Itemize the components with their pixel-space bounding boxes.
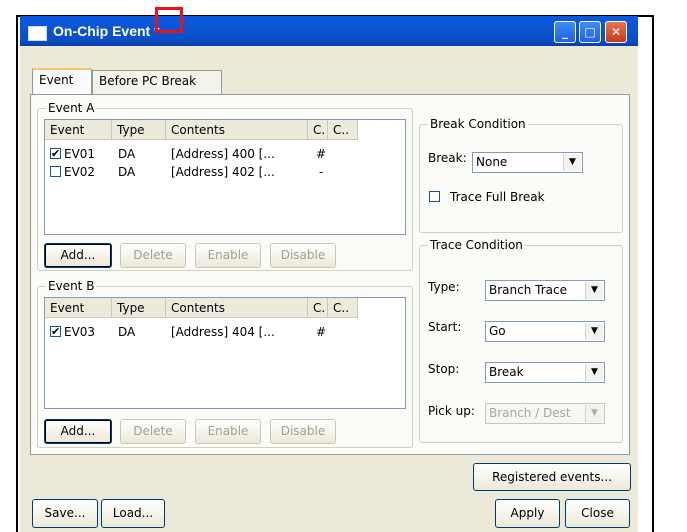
window-icon <box>28 26 47 41</box>
window-title: On-Chip Event * <box>53 23 160 39</box>
event-b-list[interactable]: Event Type Contents C. C.. ✔ EV03 DA [Ad… <box>44 297 406 409</box>
event-a-disable-button[interactable]: Disable <box>270 243 336 268</box>
row-contents: [Address] 404 [... <box>171 325 275 339</box>
maximize-icon: □ <box>584 25 596 39</box>
row-c: # <box>316 325 327 339</box>
row-checkbox[interactable]: ✔ <box>50 148 61 159</box>
type-select[interactable]: Branch Trace ▼ <box>485 280 605 301</box>
row-contents: [Address] 400 [... <box>171 147 275 161</box>
maximize-button[interactable]: □ <box>579 21 601 43</box>
start-label: Start: <box>428 320 462 334</box>
pickup-label: Pick up: <box>428 404 475 418</box>
col-event[interactable]: Event <box>45 298 112 318</box>
table-row[interactable]: ✔ EV03 DA [Address] 404 [... # <box>45 323 405 341</box>
save-button[interactable]: Save... <box>32 499 98 528</box>
event-a-label: Event A <box>46 101 97 115</box>
table-row[interactable]: EV02 DA [Address] 402 [... - <box>45 163 405 181</box>
row-event: EV01 <box>64 147 96 161</box>
trace-full-break-checkbox[interactable] <box>429 191 440 202</box>
start-select[interactable]: Go ▼ <box>485 321 605 342</box>
close-button[interactable]: Close <box>565 499 630 528</box>
col-contents[interactable]: Contents <box>166 120 308 140</box>
close-window-button[interactable]: ✕ <box>605 21 627 43</box>
row-c: # <box>316 147 327 161</box>
event-a-delete-button[interactable]: Delete <box>120 243 186 268</box>
row-event: EV03 <box>64 325 96 339</box>
type-label: Type: <box>428 280 460 294</box>
event-b-add-button[interactable]: Add... <box>44 419 112 444</box>
col-c2[interactable]: C.. <box>328 120 358 140</box>
start-value: Go <box>489 324 506 338</box>
minimize-button[interactable]: _ <box>554 21 576 43</box>
col-type[interactable]: Type <box>112 298 166 318</box>
modified-marker-highlight <box>155 7 183 33</box>
trace-condition-group: Trace Condition Type: Branch Trace ▼ Sta… <box>419 238 623 443</box>
trace-full-break-label: Trace Full Break <box>450 190 545 204</box>
row-type: DA <box>118 165 136 179</box>
row-contents: [Address] 402 [... <box>171 165 275 179</box>
col-type[interactable]: Type <box>112 120 166 140</box>
event-b-enable-button[interactable]: Enable <box>195 419 261 444</box>
break-label: Break: <box>428 151 467 165</box>
type-value: Branch Trace <box>489 283 567 297</box>
row-type: DA <box>118 147 136 161</box>
trace-condition-label: Trace Condition <box>428 238 525 252</box>
break-value: None <box>476 155 508 169</box>
row-c: - <box>319 165 324 179</box>
title-bar[interactable]: On-Chip Event * _ □ ✕ <box>20 16 638 46</box>
apply-button[interactable]: Apply <box>495 499 560 528</box>
chevron-down-icon[interactable]: ▼ <box>563 154 581 171</box>
stop-label: Stop: <box>428 362 460 376</box>
tab-panel-event: Event A Event Type Contents C. C.. ✔ EV0… <box>30 94 630 455</box>
row-type: DA <box>118 325 136 339</box>
col-event[interactable]: Event <box>45 120 112 140</box>
event-b-delete-button[interactable]: Delete <box>120 419 186 444</box>
tab-event[interactable]: Event <box>32 68 92 94</box>
pickup-select[interactable]: Branch / Dest ▼ <box>485 403 605 424</box>
row-checkbox[interactable]: ✔ <box>50 326 61 337</box>
row-event: EV02 <box>64 165 96 179</box>
event-a-add-button[interactable]: Add... <box>44 243 112 268</box>
event-a-enable-button[interactable]: Enable <box>195 243 261 268</box>
minimize-icon: _ <box>562 25 568 39</box>
registered-events-button[interactable]: Registered events... <box>473 463 631 491</box>
event-b-disable-button[interactable]: Disable <box>270 419 336 444</box>
col-c2[interactable]: C.. <box>328 298 358 318</box>
event-a-list[interactable]: Event Type Contents C. C.. ✔ EV01 DA [Ad… <box>44 119 406 235</box>
break-condition-label: Break Condition <box>428 117 528 131</box>
chevron-down-icon[interactable]: ▼ <box>585 323 603 340</box>
chevron-down-icon[interactable]: ▼ <box>585 405 603 422</box>
chevron-down-icon[interactable]: ▼ <box>585 282 603 299</box>
break-select[interactable]: None ▼ <box>472 152 583 173</box>
on-chip-event-dialog: On-Chip Event * _ □ ✕ Event Before PC Br… <box>20 16 638 532</box>
stop-value: Break <box>489 365 524 379</box>
close-icon: ✕ <box>610 25 622 39</box>
pickup-value: Branch / Dest <box>489 406 571 420</box>
event-a-group: Event A Event Type Contents C. C.. ✔ EV0… <box>37 101 413 271</box>
row-checkbox[interactable] <box>50 166 61 177</box>
col-c1[interactable]: C. <box>308 298 328 318</box>
break-condition-group: Break Condition Break: None ▼ Trace Full… <box>419 117 623 233</box>
chevron-down-icon[interactable]: ▼ <box>585 364 603 381</box>
event-b-label: Event B <box>46 279 97 293</box>
event-b-header: Event Type Contents C. C.. <box>45 298 405 318</box>
event-a-header: Event Type Contents C. C.. <box>45 120 405 140</box>
stop-select[interactable]: Break ▼ <box>485 362 605 383</box>
col-c1[interactable]: C. <box>308 120 328 140</box>
col-contents[interactable]: Contents <box>166 298 308 318</box>
event-b-group: Event B Event Type Contents C. C.. ✔ EV0… <box>37 279 413 448</box>
load-button[interactable]: Load... <box>101 499 165 528</box>
tab-before-pc-break[interactable]: Before PC Break <box>92 70 222 94</box>
table-row[interactable]: ✔ EV01 DA [Address] 400 [... # <box>45 145 405 163</box>
